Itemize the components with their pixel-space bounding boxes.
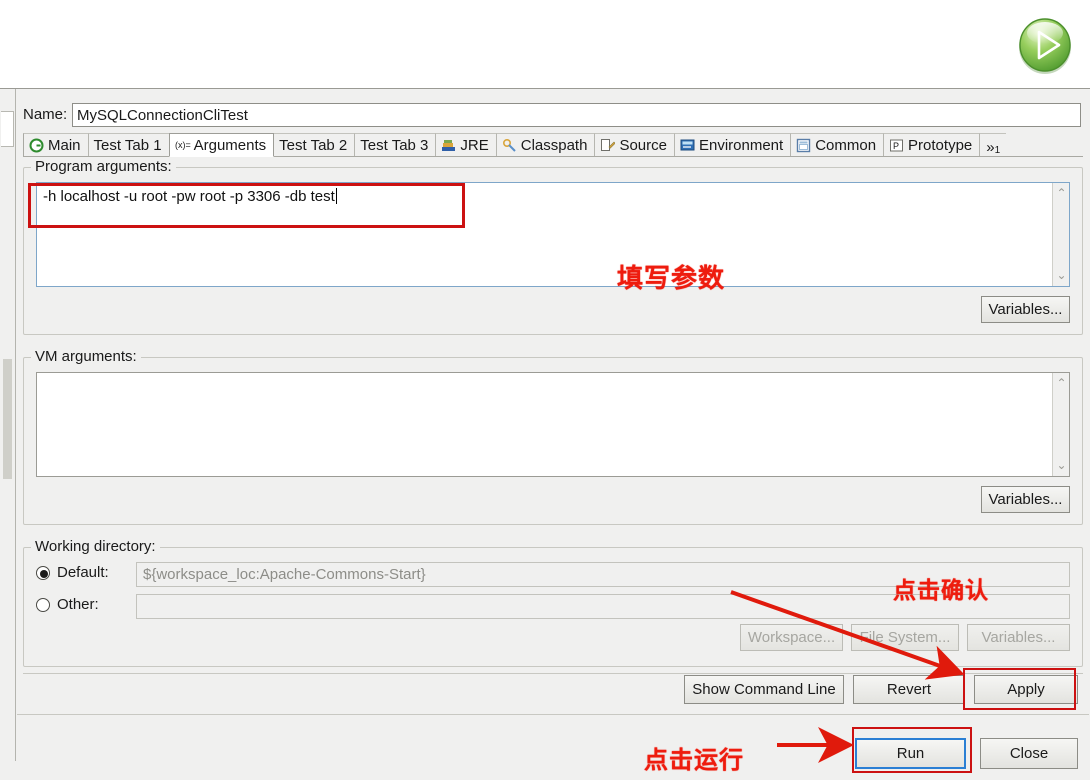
tab-label: Test Tab 1 (93, 136, 162, 154)
revert-button[interactable]: Revert (853, 675, 965, 704)
tab-overflow-glyph: » (986, 139, 995, 156)
radio-other-icon[interactable] (36, 598, 50, 612)
radio-default-label: Default: (57, 564, 109, 581)
tab-classpath[interactable]: Classpath (495, 133, 596, 156)
svg-text:P: P (893, 141, 899, 151)
footer-separator-top (23, 673, 1083, 674)
working-directory-file-system-button[interactable]: File System... (851, 624, 959, 651)
footer-separator-bottom (17, 714, 1089, 715)
classpath-icon (502, 138, 517, 153)
tab-prototype[interactable]: P Prototype (883, 133, 981, 156)
working-directory-group: Working directory: Default: ${workspace_… (23, 538, 1083, 667)
annotation-click-run: 点击运行 (644, 746, 744, 774)
vm-arguments-input[interactable]: ⌃ ⌄ (36, 372, 1070, 477)
tab-common[interactable]: Common (790, 133, 885, 156)
tab-label: Common (815, 136, 877, 154)
working-directory-variables-button[interactable]: Variables... (967, 624, 1070, 651)
run-button[interactable]: Run (855, 738, 966, 769)
show-command-line-button[interactable]: Show Command Line (684, 675, 844, 704)
editor-top-band (0, 0, 1090, 88)
tab-overflow-count: 1 (994, 145, 1001, 156)
prototype-p-icon: P (889, 138, 904, 153)
left-panel-sliver (0, 89, 16, 761)
vm-arguments-label: VM arguments: (31, 348, 141, 365)
scroll-up-icon[interactable]: ⌃ (1056, 187, 1067, 199)
name-input[interactable]: MySQLConnectionCliTest (72, 103, 1081, 127)
program-arguments-variables-button[interactable]: Variables... (981, 296, 1070, 323)
radio-default-icon[interactable] (36, 566, 50, 580)
tab-label: Arguments (193, 136, 267, 154)
left-panel-field-stub (1, 111, 14, 147)
tab-arguments[interactable]: (x)= Arguments (168, 133, 275, 157)
tab-test-tab-1[interactable]: Test Tab 1 (87, 133, 170, 156)
program-arguments-input[interactable]: -h localhost -u root -pw root -p 3306 -d… (36, 182, 1070, 287)
tab-environment[interactable]: Environment (673, 133, 792, 156)
jre-library-icon (441, 138, 456, 153)
tab-label: Classpath (520, 136, 588, 154)
tab-main[interactable]: Main (23, 133, 89, 156)
working-directory-label: Working directory: (31, 538, 160, 555)
configuration-tab-strip: Main Test Tab 1 (x)= Arguments Test Tab 2 Tes… (23, 133, 1083, 157)
scroll-down-icon[interactable]: ⌄ (1056, 459, 1067, 471)
tab-label: Test Tab 2 (279, 136, 348, 154)
tab-source[interactable]: Source (594, 133, 675, 156)
vm-arguments-group: VM arguments: ⌃ ⌄ Variables... (23, 348, 1083, 525)
radio-other-label: Other: (57, 596, 99, 613)
program-arguments-label: Program arguments: (31, 158, 176, 175)
name-row: Name: MySQLConnectionCliTest (23, 103, 1083, 127)
common-icon (796, 138, 811, 153)
tab-overflow-chevron-icon[interactable]: » 1 (979, 133, 1007, 156)
vm-arguments-variables-button[interactable]: Variables... (981, 486, 1070, 513)
scroll-down-icon[interactable]: ⌄ (1056, 269, 1067, 281)
source-icon (600, 138, 617, 153)
tab-jre[interactable]: JRE (435, 133, 497, 156)
scroll-up-icon[interactable]: ⌃ (1056, 377, 1067, 389)
green-play-circle-icon[interactable] (1015, 14, 1075, 76)
tab-label: Source (619, 136, 667, 154)
vm-arguments-scrollbar[interactable]: ⌃ ⌄ (1052, 373, 1069, 476)
tab-test-tab-3[interactable]: Test Tab 3 (354, 133, 437, 156)
annotation-click-confirm: 点击确认 (893, 578, 989, 604)
java-main-class-icon (29, 138, 44, 153)
apply-button[interactable]: Apply (974, 675, 1078, 704)
tab-test-tab-2[interactable]: Test Tab 2 (273, 133, 356, 156)
program-arguments-value: -h localhost -u root -pw root -p 3306 -d… (43, 188, 335, 205)
working-directory-workspace-button[interactable]: Workspace... (740, 624, 843, 651)
program-arguments-group: Program arguments: -h localhost -u root … (23, 158, 1083, 335)
text-caret (335, 188, 337, 204)
tab-label: Main (48, 136, 81, 154)
tab-label: Prototype (908, 136, 973, 154)
tab-label: Environment (698, 136, 784, 154)
close-button[interactable]: Close (980, 738, 1078, 769)
variable-xeq-icon: (x)= (175, 138, 191, 153)
svg-text:(x)=: (x)= (175, 140, 191, 150)
name-label: Name: (23, 106, 68, 123)
tab-label: Test Tab 3 (360, 136, 429, 154)
environment-icon (680, 138, 695, 153)
program-arguments-scrollbar[interactable]: ⌃ ⌄ (1052, 183, 1069, 286)
left-panel-scrollbar[interactable] (3, 359, 12, 479)
annotation-fill-params: 填写参数 (617, 264, 726, 294)
tab-label: JRE (460, 136, 489, 154)
